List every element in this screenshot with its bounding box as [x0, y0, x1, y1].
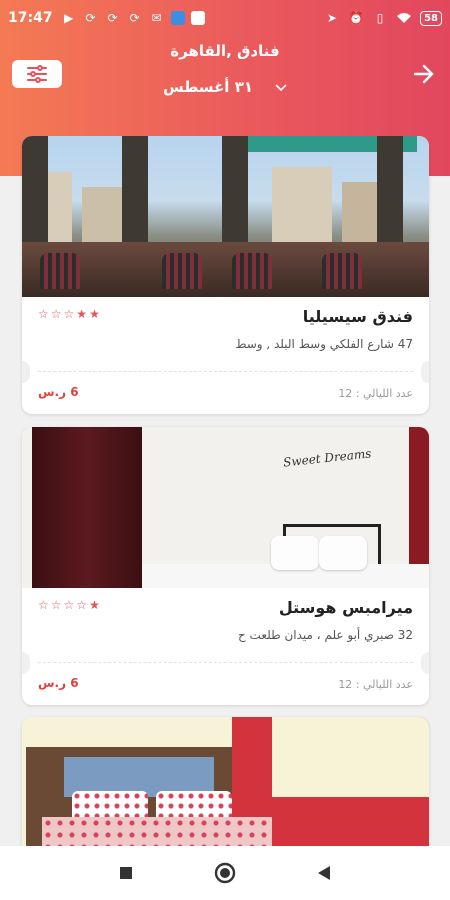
star-rating: ☆☆☆☆★ — [38, 598, 102, 612]
star-empty-icon: ☆ — [76, 598, 90, 612]
ticket-notch — [22, 652, 30, 674]
nights-count: عدد الليالي : 12 — [338, 678, 413, 691]
hotel-name: فندق سيسيليا — [302, 307, 413, 326]
hotel-price: 6 ر.س — [38, 385, 79, 399]
hotel-photo — [22, 136, 429, 297]
page-title: فنادق ,القاهرة — [170, 42, 280, 60]
date-label: ٣١ أغسطس — [162, 78, 253, 96]
notification-icons: ▶ ⟳ ⟳ ⟳ ✉ — [61, 10, 205, 26]
hotel-list[interactable]: فندق سيسيليا ☆☆☆★★ 47 شارع الفلكي وسط ال… — [0, 136, 450, 846]
status-bar: 17:47 ▶ ⟳ ⟳ ⟳ ✉ ➤ ⏰ ▯ 58 — [0, 0, 450, 36]
location-icon: ➤ — [327, 11, 338, 25]
app-icon — [190, 11, 205, 25]
sync-icon: ⟳ — [129, 11, 140, 25]
hotel-card[interactable]: فندق سيسيليا ☆☆☆★★ 47 شارع الفلكي وسط ال… — [22, 136, 429, 414]
star-filled-icon: ★ — [89, 598, 102, 612]
back-arrow-button[interactable] — [410, 60, 438, 88]
date-selector[interactable]: ٣١ أغسطس — [0, 78, 450, 96]
hotel-card[interactable] — [22, 717, 429, 846]
star-empty-icon: ☆ — [50, 307, 64, 321]
star-rating: ☆☆☆★★ — [38, 307, 102, 321]
hotel-photo: Sweet Dreams — [22, 427, 429, 588]
dashed-divider — [38, 371, 413, 372]
hotel-card[interactable]: Sweet Dreams ميرامبس هوستل ☆☆☆☆★ 32 صبري… — [22, 427, 429, 705]
star-empty-icon: ☆ — [63, 598, 77, 612]
ticket-notch — [421, 652, 429, 674]
ticket-notch — [421, 361, 429, 383]
recents-button[interactable] — [114, 861, 138, 885]
square-icon — [120, 867, 132, 879]
vibrate-icon: ▯ — [376, 11, 384, 25]
sync-icon: ⟳ — [107, 11, 118, 25]
ticket-notch — [22, 361, 30, 383]
circle-icon — [214, 862, 236, 884]
hotel-photo — [22, 717, 429, 846]
hotel-address: 47 شارع الفلكي وسط البلد , وسط — [235, 337, 413, 351]
sync-icon: ⟳ — [85, 11, 96, 25]
star-filled-icon: ★ — [89, 307, 102, 321]
system-nav-bar — [0, 846, 450, 900]
hotel-card-body: فندق سيسيليا ☆☆☆★★ 47 شارع الفلكي وسط ال… — [22, 297, 429, 414]
wall-decal-text: Sweet Dreams — [282, 446, 372, 470]
nights-count: عدد الليالي : 12 — [338, 387, 413, 400]
star-empty-icon: ☆ — [50, 598, 64, 612]
chevron-down-icon — [275, 78, 287, 96]
hotel-price: 6 ر.س — [38, 676, 79, 690]
status-time: 17:47 — [8, 10, 53, 26]
star-filled-icon: ★ — [76, 307, 90, 321]
system-icons: ➤ ⏰ ▯ 58 — [324, 10, 442, 26]
mail-icon: ✉ — [151, 11, 162, 25]
star-empty-icon: ☆ — [63, 307, 77, 321]
alarm-icon: ⏰ — [348, 11, 364, 25]
back-button[interactable] — [312, 861, 336, 885]
home-button[interactable] — [213, 861, 237, 885]
hotel-address: 32 صبري أبو علم ، ميدان طلعت ح — [237, 628, 413, 642]
star-empty-icon: ☆ — [38, 307, 51, 321]
wifi-icon — [396, 10, 412, 26]
arrow-right-icon — [413, 64, 434, 84]
dashed-divider — [38, 662, 413, 663]
triangle-back-icon — [318, 866, 330, 880]
app-icon — [170, 11, 185, 25]
media-icon: ▶ — [63, 11, 74, 25]
battery-icon: 58 — [420, 10, 442, 26]
hotel-card-body: ميرامبس هوستل ☆☆☆☆★ 32 صبري أبو علم ، مي… — [22, 588, 429, 705]
star-empty-icon: ☆ — [38, 598, 51, 612]
hotel-name: ميرامبس هوستل — [278, 598, 413, 617]
